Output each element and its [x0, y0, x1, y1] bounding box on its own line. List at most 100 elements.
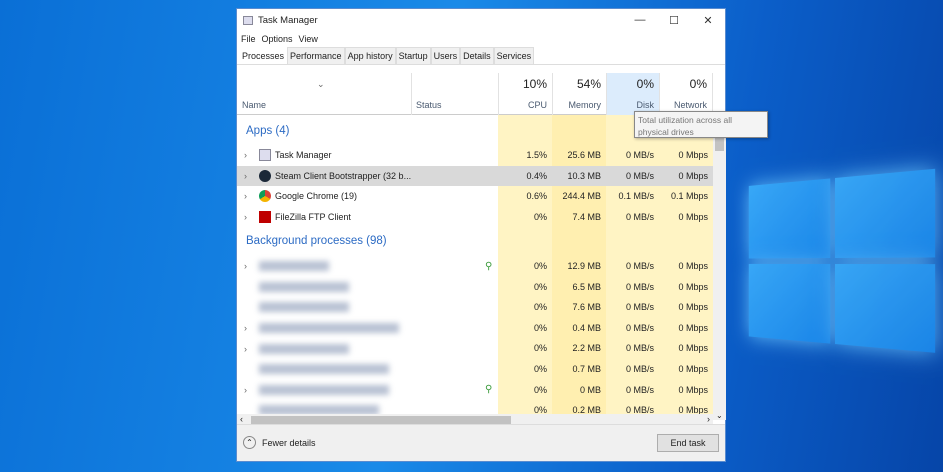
- process-row[interactable]: › Task Manager 1.5% 25.6 MB 0 MB/s 0 Mbps: [237, 145, 713, 166]
- tab-services[interactable]: Services: [494, 47, 535, 64]
- disk-value: 0 MB/s: [606, 166, 659, 187]
- blurred-process-name: [259, 323, 399, 333]
- disk-value: 0 MB/s: [606, 318, 659, 339]
- efficiency-leaf-icon: ⚲: [485, 384, 492, 395]
- memory-value: 12.9 MB: [552, 256, 606, 277]
- task-manager-icon: [259, 149, 271, 161]
- process-row[interactable]: 0% 0.2 MB 0 MB/s 0 Mbps: [237, 400, 713, 414]
- group-background: Background processes (98): [237, 231, 713, 252]
- process-row[interactable]: › 0% 0.4 MB 0 MB/s 0 Mbps: [237, 318, 713, 339]
- network-value: 0 Mbps: [659, 277, 713, 298]
- tab-processes[interactable]: Processes: [239, 47, 287, 64]
- memory-value: 0.4 MB: [552, 318, 606, 339]
- cpu-value: 0%: [498, 318, 552, 339]
- cpu-value: 0%: [498, 297, 552, 318]
- menu-view[interactable]: View: [299, 34, 318, 44]
- fewer-details-button[interactable]: ⌃ Fewer details: [243, 436, 316, 449]
- memory-value: 7.4 MB: [552, 207, 606, 228]
- tab-bar: Processes Performance App history Startu…: [237, 47, 725, 65]
- expand-chevron-icon[interactable]: ›: [244, 385, 247, 395]
- process-row[interactable]: 0% 0.7 MB 0 MB/s 0 Mbps: [237, 359, 713, 380]
- sort-chevron-icon: ⌄: [317, 79, 325, 90]
- process-row[interactable]: › Steam Client Bootstrapper (32 b... 0.4% 1…: [237, 166, 713, 187]
- disk-value: 0 MB/s: [606, 277, 659, 298]
- process-row[interactable]: › Google Chrome (19) 0.6% 244.4 MB 0.1 MB/s 0…: [237, 186, 713, 207]
- blurred-process-name: [259, 405, 379, 414]
- process-row[interactable]: 0% 6.5 MB 0 MB/s 0 Mbps: [237, 277, 713, 298]
- process-row[interactable]: › ⚲ 0% 0 MB 0 MB/s 0 Mbps: [237, 380, 713, 401]
- process-name: FileZilla FTP Client: [275, 212, 351, 222]
- network-value: 0 Mbps: [659, 297, 713, 318]
- network-value: 0 Mbps: [659, 318, 713, 339]
- col-network[interactable]: 0% Network: [659, 73, 713, 115]
- memory-value: 0 MB: [552, 380, 606, 401]
- blurred-process-name: [259, 344, 349, 354]
- col-status[interactable]: Status: [411, 73, 498, 115]
- expand-chevron-icon[interactable]: ›: [244, 212, 247, 222]
- chevron-up-icon: ⌃: [243, 436, 256, 449]
- process-name: Google Chrome (19): [275, 191, 357, 201]
- menu-file[interactable]: File: [241, 34, 256, 44]
- expand-chevron-icon[interactable]: ›: [244, 150, 247, 160]
- minimize-button[interactable]: —: [623, 14, 657, 27]
- disk-total: 0%: [607, 77, 654, 91]
- cpu-value: 0.4%: [498, 166, 552, 187]
- steam-icon: [259, 170, 271, 182]
- tab-users[interactable]: Users: [431, 47, 461, 64]
- blurred-process-name: [259, 261, 329, 271]
- cpu-value: 0%: [498, 400, 552, 414]
- footer: ⌃ Fewer details End task: [237, 424, 725, 461]
- col-name-label: Name: [242, 100, 266, 110]
- tab-details[interactable]: Details: [460, 47, 494, 64]
- network-value: 0 Mbps: [659, 207, 713, 228]
- expand-chevron-icon[interactable]: ›: [244, 171, 247, 181]
- menu-bar: File Options View: [237, 31, 725, 47]
- task-manager-icon: [243, 16, 253, 25]
- process-row[interactable]: › FileZilla FTP Client 0% 7.4 MB 0 MB/s 0 Mbp…: [237, 207, 713, 228]
- process-row[interactable]: › 0% 2.2 MB 0 MB/s 0 Mbps: [237, 338, 713, 359]
- end-task-button[interactable]: End task: [657, 434, 719, 452]
- memory-value: 25.6 MB: [552, 145, 606, 166]
- network-value: 0 Mbps: [659, 145, 713, 166]
- close-button[interactable]: ✕: [691, 14, 725, 27]
- memory-value: 7.6 MB: [552, 297, 606, 318]
- maximize-button[interactable]: ☐: [657, 14, 691, 27]
- disk-value: 0 MB/s: [606, 359, 659, 380]
- expand-chevron-icon[interactable]: ›: [244, 261, 247, 271]
- memory-value: 6.5 MB: [552, 277, 606, 298]
- memory-value: 10.3 MB: [552, 166, 606, 187]
- expand-chevron-icon[interactable]: ›: [244, 344, 247, 354]
- col-name[interactable]: ⌄ Name: [237, 73, 411, 115]
- network-value: 0 Mbps: [659, 400, 713, 414]
- tab-performance[interactable]: Performance: [287, 47, 345, 64]
- cpu-value: 1.5%: [498, 145, 552, 166]
- memory-total: 54%: [553, 77, 601, 91]
- disk-value: 0 MB/s: [606, 207, 659, 228]
- fewer-details-label: Fewer details: [262, 438, 316, 448]
- group-label: Apps (4): [246, 125, 289, 137]
- process-list: Apps (4) Background processes (98) › Task…: [237, 115, 713, 414]
- network-value: 0.1 Mbps: [659, 186, 713, 207]
- tab-app-history[interactable]: App history: [345, 47, 396, 64]
- col-disk[interactable]: 0% Disk: [606, 73, 659, 115]
- memory-value: 0.7 MB: [552, 359, 606, 380]
- col-cpu[interactable]: 10% CPU: [498, 73, 552, 115]
- disk-value: 0 MB/s: [606, 145, 659, 166]
- network-value: 0 Mbps: [659, 256, 713, 277]
- expand-chevron-icon[interactable]: ›: [244, 323, 247, 333]
- column-header: ⌄ Name Status 10% CPU 54% Memory 0% Disk 0%…: [237, 73, 725, 115]
- vertical-scrollbar[interactable]: ⌄: [713, 115, 726, 420]
- disk-value: 0.1 MB/s: [606, 186, 659, 207]
- menu-options[interactable]: Options: [262, 34, 293, 44]
- task-manager-window: Task Manager — ☐ ✕ File Options View Pro…: [236, 8, 726, 462]
- cpu-value: 0%: [498, 359, 552, 380]
- process-row[interactable]: 0% 7.6 MB 0 MB/s 0 Mbps: [237, 297, 713, 318]
- expand-chevron-icon[interactable]: ›: [244, 191, 247, 201]
- tab-startup[interactable]: Startup: [396, 47, 431, 64]
- cpu-value: 0%: [498, 256, 552, 277]
- col-memory-label: Memory: [568, 100, 601, 110]
- process-row[interactable]: › ⚲ 0% 12.9 MB 0 MB/s 0 Mbps: [237, 256, 713, 277]
- memory-value: 244.4 MB: [552, 186, 606, 207]
- group-label: Background processes (98): [246, 235, 387, 247]
- col-memory[interactable]: 54% Memory: [552, 73, 606, 115]
